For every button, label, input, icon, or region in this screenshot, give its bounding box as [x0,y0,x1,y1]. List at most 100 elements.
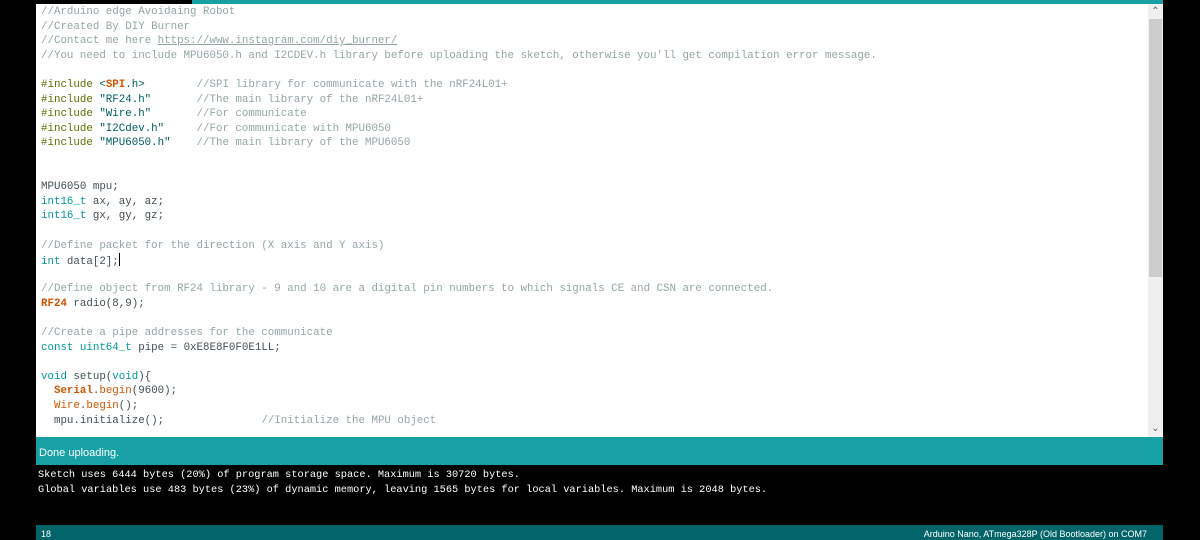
code-token: data[2]; [60,256,119,269]
code-token: uint64_t [79,341,132,354]
code-token: //Arduino edge Avoidaing Robot [41,6,236,18]
code-token: //Created By DIY Burner [41,20,191,33]
code-token: Serial [53,385,93,398]
code-token: Wire [53,400,80,413]
editor-scrollbar[interactable]: ⌃ ⌄ [1148,4,1163,437]
code-editor[interactable]: //Arduino edge Avoidaing Robot //Created … [36,4,1163,437]
code-token: MPU6050 mpu; [41,181,119,194]
code-line[interactable]: void setup(void){ [41,370,877,385]
code-token: int [41,256,61,269]
status-bar: Done uploading. [36,437,1163,465]
code-line[interactable] [41,311,877,326]
code-token: #include [41,122,93,135]
code-line[interactable]: int16_t gx, gy, gz; [41,209,877,224]
code-line[interactable]: RF24 radio(8,9); [41,297,877,312]
code-token: //Contact me here [41,35,158,48]
code-token: #include [41,137,93,150]
code-token: #include [41,78,93,91]
code-token: "MPU6050.h" [92,137,171,150]
code-line[interactable]: #include <SPI.h> //SPI library for commu… [41,78,877,93]
console-output[interactable]: Sketch uses 6444 bytes (20%) of program … [36,465,1163,525]
code-token: (9600); [131,385,178,398]
code-token: ax, ay, az; [86,195,165,208]
code-token: mpu.initialize(); [41,414,165,427]
code-line[interactable]: //Created By DIY Burner [41,20,877,35]
code-line[interactable]: Wire.begin(); [41,399,877,414]
code-token: const [41,341,74,354]
code-link[interactable]: https://www.instagram.com/diy_burner/ [158,35,398,47]
code-token: //Initialize the MPU object [261,414,437,427]
code-line[interactable] [41,355,877,370]
code-token: int16_t [41,195,87,208]
code-token: setup( [66,370,113,383]
code-token: "I2Cdev.h" [92,122,165,135]
code-line[interactable]: Serial.begin(9600); [41,384,877,399]
code-token: SPI [105,78,126,91]
scroll-thumb[interactable] [1149,19,1162,277]
code-area[interactable]: //Arduino edge Avoidaing Robot //Created … [41,5,877,428]
code-line[interactable]: #include "I2Cdev.h" //For communicate wi… [41,122,877,137]
code-token: radio(8,9); [66,297,145,310]
chevron-down-icon[interactable]: ⌄ [1148,422,1163,436]
code-line[interactable] [41,224,877,239]
code-token: < [92,78,106,91]
code-token: void [41,370,67,383]
code-token: //SPI library for communicate with the n… [196,78,508,91]
code-line[interactable]: //Define object from RF24 library - 9 an… [41,282,877,297]
status-message: Done uploading. [39,447,120,459]
code-line[interactable]: //Create a pipe addresses for the commun… [41,326,877,341]
code-token: //For communicate with MPU6050 [196,122,391,135]
code-token: //Create a pipe addresses for the commun… [41,327,333,340]
code-line[interactable]: int16_t ax, ay, az; [41,195,877,210]
code-line[interactable]: int data[2]; [41,253,877,268]
code-token: "Wire.h" [92,108,152,121]
console-line: Sketch uses 6444 bytes (20%) of program … [38,469,520,481]
code-token: int16_t [41,210,87,223]
code-token: ){ [138,370,152,383]
code-token: #include [41,93,93,106]
code-token: RF24 [41,297,67,310]
code-token: //Define object from RF24 library - 9 an… [41,283,774,296]
code-line[interactable]: const uint64_t pipe = 0xE8E8F0F0E1LL; [41,341,877,356]
code-line[interactable] [41,166,877,181]
code-line[interactable]: #include "Wire.h" //For communicate [41,107,877,122]
code-line[interactable]: //Contact me here https://www.instagram.… [41,34,877,49]
code-token: "RF24.h" [92,93,152,106]
code-line[interactable] [41,63,877,78]
code-line[interactable]: MPU6050 mpu; [41,180,877,195]
code-token: pipe = 0xE8E8F0F0E1LL; [131,341,281,354]
cursor-line-number: 18 [41,529,52,539]
code-token: begin [86,400,119,413]
code-token: //The main library of the nRF24L01+ [196,93,424,106]
code-line[interactable]: #include "MPU6050.h" //The main library … [41,136,877,151]
code-line[interactable]: //You need to include MPU6050.h and I2CD… [41,49,877,64]
console-line: Global variables use 483 bytes (23%) of … [38,484,768,496]
footer-bar: 18 Arduino Nano, ATmega328P (Old Bootloa… [36,525,1163,540]
code-token: #include [41,108,93,121]
code-line[interactable] [41,268,877,283]
chevron-up-icon[interactable]: ⌃ [1148,5,1163,19]
code-token: (); [118,400,139,413]
code-line[interactable]: #include "RF24.h" //The main library of … [41,93,877,108]
code-line[interactable]: //Define packet for the direction (X axi… [41,239,877,254]
code-token: gx, gy, gz; [86,210,165,223]
code-token: void [112,370,139,383]
code-line[interactable]: //Arduino edge Avoidaing Robot [41,5,877,20]
code-token: .h> [125,78,145,91]
code-token: //You need to include MPU6050.h and I2CD… [41,49,877,62]
code-token: begin [99,385,132,398]
code-line[interactable] [41,151,877,166]
code-token: //The main library of the MPU6050 [196,137,411,150]
code-line[interactable]: mpu.initialize(); //Initialize the MPU o… [41,414,877,429]
board-port-info: Arduino Nano, ATmega328P (Old Bootloader… [923,529,1147,539]
code-token: //Define packet for the direction (X axi… [41,239,385,252]
text-cursor [118,253,120,267]
code-token: //For communicate [196,108,307,121]
